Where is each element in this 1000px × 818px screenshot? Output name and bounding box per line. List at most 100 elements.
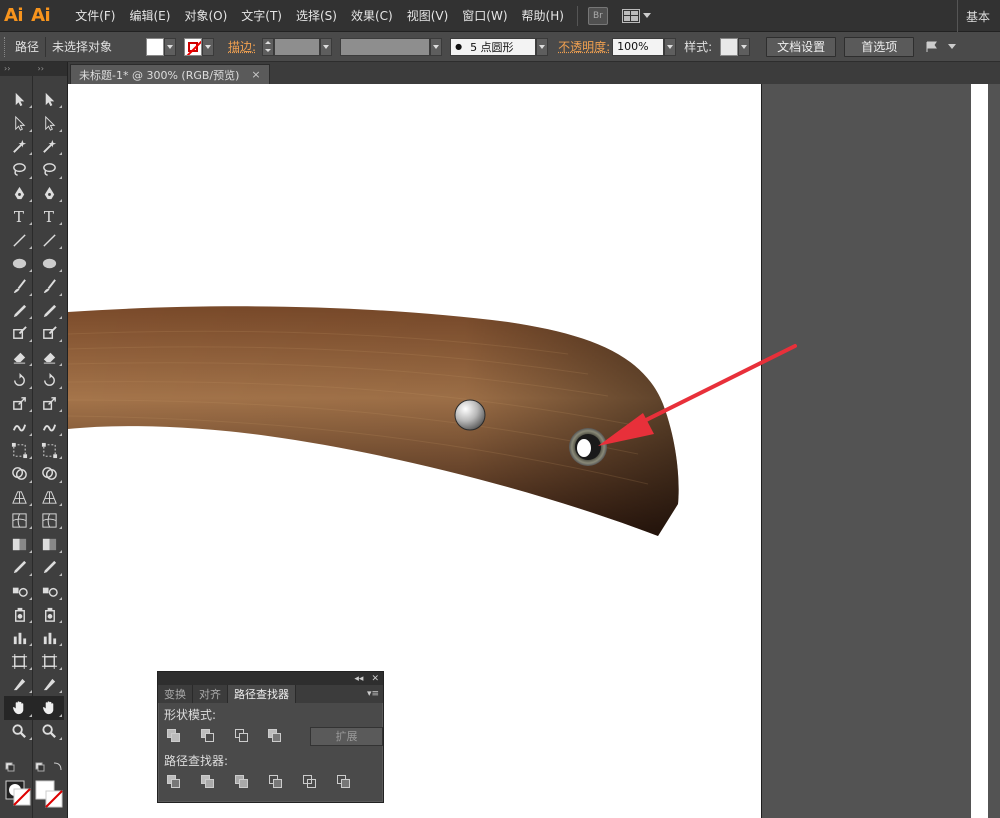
collapse-icon-secondary[interactable]: ›› bbox=[34, 62, 68, 76]
lasso-tool[interactable] bbox=[4, 158, 34, 181]
collapse-panel-icon[interactable]: ◂◂ bbox=[354, 674, 363, 684]
pencil-tool[interactable] bbox=[4, 299, 34, 322]
eraser-tool-alt[interactable] bbox=[34, 345, 64, 368]
menu-edit[interactable]: 编辑(E) bbox=[123, 7, 178, 24]
menu-window[interactable]: 窗口(W) bbox=[455, 7, 514, 24]
stroke-weight-spinner[interactable] bbox=[262, 37, 275, 56]
slice-tool[interactable] bbox=[4, 673, 34, 696]
slice-tool-alt[interactable] bbox=[34, 673, 64, 696]
direct-selection-tool[interactable] bbox=[4, 111, 34, 134]
column-graph-tool[interactable] bbox=[4, 626, 34, 649]
magic-wand-tool[interactable] bbox=[4, 135, 34, 158]
tools-panel-header[interactable]: ›› ›› bbox=[0, 62, 67, 76]
panel-titlebar[interactable]: ◂◂ ✕ bbox=[158, 672, 383, 685]
magic-wand-tool-alt[interactable] bbox=[34, 135, 64, 158]
type-tool-alt[interactable]: T bbox=[34, 205, 64, 228]
rotate-tool[interactable] bbox=[4, 369, 34, 392]
shape-builder-tool[interactable] bbox=[4, 462, 34, 485]
menu-type[interactable]: 文字(T) bbox=[234, 7, 289, 24]
ellipse-tool[interactable] bbox=[4, 252, 34, 275]
selection-tool-alt[interactable] bbox=[34, 88, 64, 111]
fill-dropdown[interactable] bbox=[164, 37, 177, 56]
stroke-label[interactable]: 描边: bbox=[228, 38, 256, 55]
control-bar-grip[interactable] bbox=[4, 36, 7, 57]
panel-menu-icon[interactable]: ▾≡ bbox=[367, 689, 379, 699]
free-transform-tool-alt[interactable] bbox=[34, 439, 64, 462]
preferences-button[interactable]: 首选项 bbox=[844, 36, 915, 57]
scale-tool[interactable] bbox=[4, 392, 34, 415]
menu-file[interactable]: 文件(F) bbox=[68, 7, 122, 24]
artboard-tool[interactable] bbox=[4, 649, 34, 672]
warp-tool[interactable] bbox=[4, 415, 34, 438]
blob-brush-tool-alt[interactable] bbox=[34, 322, 64, 345]
gradient-tool[interactable] bbox=[4, 532, 34, 555]
column-graph-tool-alt[interactable] bbox=[34, 626, 64, 649]
mesh-tool-alt[interactable] bbox=[34, 509, 64, 532]
type-tool[interactable]: T bbox=[4, 205, 34, 228]
opacity-label[interactable]: 不透明度: bbox=[558, 38, 610, 55]
perspective-grid-tool[interactable] bbox=[4, 486, 34, 509]
zoom-tool-alt[interactable] bbox=[34, 720, 64, 743]
document-setup-button[interactable]: 文档设置 bbox=[766, 36, 837, 57]
stroke-weight-field[interactable] bbox=[274, 37, 321, 56]
warp-tool-alt[interactable] bbox=[34, 415, 64, 438]
brush-definition-field[interactable]: ● 5 点圆形 bbox=[450, 37, 537, 56]
intersect-icon[interactable] bbox=[234, 729, 249, 743]
fill-stroke-widget[interactable] bbox=[4, 761, 32, 818]
mesh-tool[interactable] bbox=[4, 509, 34, 532]
pencil-tool-alt[interactable] bbox=[34, 299, 64, 322]
workspace-switcher[interactable]: 基本 bbox=[956, 0, 1000, 32]
fill-swatch[interactable] bbox=[146, 37, 165, 56]
exclude-icon[interactable] bbox=[268, 729, 282, 743]
symbol-sprayer-tool[interactable] bbox=[4, 603, 34, 626]
rivet-metal[interactable] bbox=[454, 399, 486, 431]
outline-icon[interactable] bbox=[303, 775, 317, 789]
stroke-swatch[interactable] bbox=[184, 37, 203, 56]
bridge-button[interactable]: Br bbox=[587, 6, 608, 25]
fill-stroke-widget-secondary[interactable] bbox=[34, 761, 64, 818]
eyedropper-tool-alt[interactable] bbox=[34, 556, 64, 579]
pen-tool[interactable] bbox=[4, 182, 34, 205]
paintbrush-tool-alt[interactable] bbox=[34, 275, 64, 298]
arrange-documents-button[interactable] bbox=[621, 8, 651, 23]
variable-width-profile[interactable] bbox=[340, 37, 431, 56]
lasso-tool-alt[interactable] bbox=[34, 158, 64, 181]
tab-pathfinder[interactable]: 路径查找器 bbox=[228, 685, 296, 703]
tab-align[interactable]: 对齐 bbox=[193, 685, 228, 703]
menu-effect[interactable]: 效果(C) bbox=[344, 7, 400, 24]
free-transform-tool[interactable] bbox=[4, 439, 34, 462]
symbol-sprayer-tool-alt[interactable] bbox=[34, 603, 64, 626]
graphic-style-swatch[interactable] bbox=[720, 37, 739, 56]
blend-tool-alt[interactable] bbox=[34, 579, 64, 602]
rotate-tool-alt[interactable] bbox=[34, 369, 64, 392]
control-bar-menu[interactable] bbox=[926, 41, 957, 53]
hand-tool[interactable] bbox=[4, 696, 34, 720]
blob-brush-tool[interactable] bbox=[4, 322, 34, 345]
merge-icon[interactable] bbox=[235, 775, 249, 789]
pen-tool-alt[interactable] bbox=[34, 182, 64, 205]
brush-dropdown[interactable] bbox=[536, 37, 549, 56]
menu-select[interactable]: 选择(S) bbox=[289, 7, 344, 24]
stroke-weight-dropdown[interactable] bbox=[320, 37, 333, 56]
direct-selection-tool-alt[interactable] bbox=[34, 111, 64, 134]
document-tab[interactable]: 未标题-1* @ 300% (RGB/预览) × bbox=[70, 64, 270, 84]
opacity-dropdown[interactable] bbox=[664, 37, 677, 56]
zoom-tool[interactable] bbox=[4, 720, 34, 743]
line-tool-alt[interactable] bbox=[34, 228, 64, 251]
expand-button[interactable]: 扩展 bbox=[310, 726, 383, 746]
menu-object[interactable]: 对象(O) bbox=[177, 7, 234, 24]
crop-icon[interactable] bbox=[269, 775, 283, 789]
menu-view[interactable]: 视图(V) bbox=[400, 7, 456, 24]
line-tool[interactable] bbox=[4, 228, 34, 251]
unite-icon[interactable] bbox=[167, 729, 181, 743]
selection-tool[interactable] bbox=[4, 88, 34, 111]
minus-front-icon[interactable] bbox=[200, 729, 215, 743]
paintbrush-tool[interactable] bbox=[4, 275, 34, 298]
eyedropper-tool[interactable] bbox=[4, 556, 34, 579]
eraser-tool[interactable] bbox=[4, 345, 34, 368]
perspective-grid-tool-alt[interactable] bbox=[34, 486, 64, 509]
shape-builder-tool-alt[interactable] bbox=[34, 462, 64, 485]
graphic-style-dropdown[interactable] bbox=[738, 37, 751, 56]
hand-tool-alt[interactable] bbox=[34, 696, 64, 720]
trim-icon[interactable] bbox=[201, 775, 215, 789]
